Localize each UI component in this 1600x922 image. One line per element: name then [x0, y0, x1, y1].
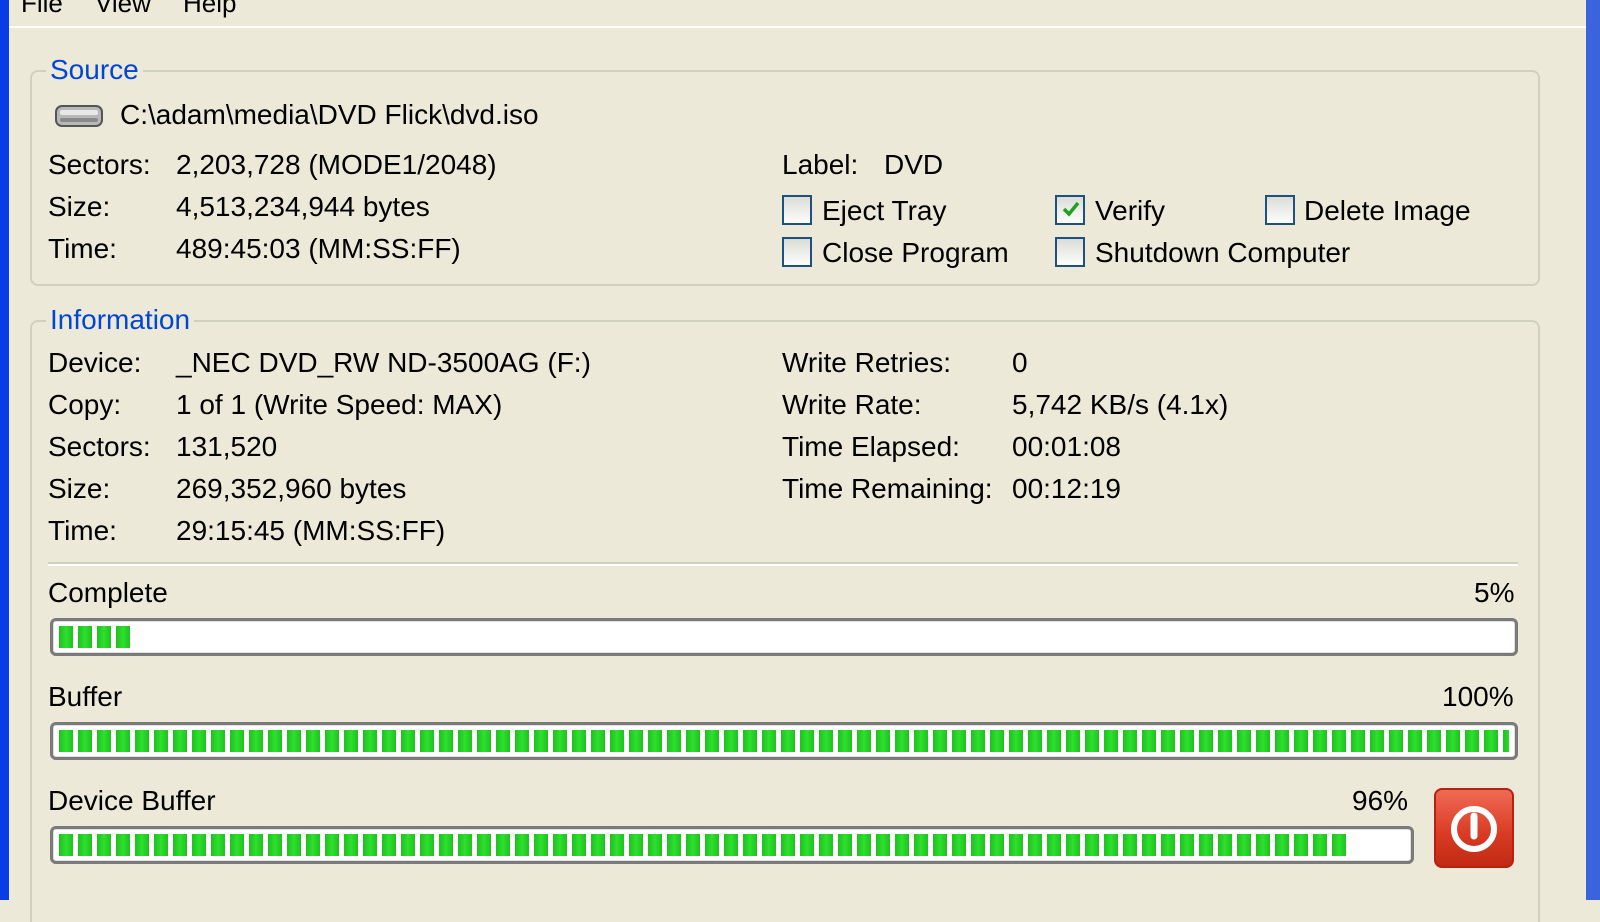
shutdown-computer-checkbox[interactable]	[1055, 237, 1085, 267]
complete-label: Complete	[48, 577, 168, 608]
source-size-label: Size:	[48, 191, 111, 222]
time-remaining-value: 00:12:19	[1012, 473, 1121, 504]
drive-icon	[55, 105, 103, 127]
source-time-value: 489:45:03 (MM:SS:FF)	[176, 233, 461, 264]
source-sectors-value: 2,203,728 (MODE1/2048)	[176, 149, 497, 180]
device-buffer-progress-bar	[50, 826, 1414, 864]
close-program-checkbox[interactable]	[782, 237, 812, 267]
information-group-title: Information	[46, 304, 195, 336]
device-label: Device:	[48, 347, 142, 378]
source-sectors-label: Sectors:	[48, 149, 151, 180]
window-right-border	[1586, 0, 1600, 900]
device-value: _NEC DVD_RW ND-3500AG (F:)	[176, 347, 591, 378]
time-elapsed-value: 00:01:08	[1012, 431, 1121, 462]
disc-label-value: DVD	[884, 149, 944, 180]
buffer-percent: 100%	[1442, 681, 1514, 712]
device-buffer-percent: 96%	[1352, 785, 1409, 816]
buffer-label: Buffer	[48, 681, 123, 712]
delete-image-label[interactable]: Delete Image	[1304, 194, 1471, 228]
eject-tray-label[interactable]: Eject Tray	[822, 194, 946, 228]
buffer-progress-bar	[50, 722, 1518, 760]
power-stop-icon	[1451, 806, 1497, 852]
checkmark-icon	[1062, 201, 1080, 217]
buffer-progress-fill	[59, 730, 1509, 752]
verify-checkbox[interactable]	[1055, 195, 1085, 225]
source-path: C:\adam\media\DVD Flick\dvd.iso	[120, 99, 539, 130]
complete-progress-bar	[50, 618, 1518, 656]
info-size-label: Size:	[48, 473, 111, 504]
window-left-border	[0, 0, 9, 900]
complete-percent: 5%	[1474, 577, 1515, 608]
complete-progress-fill	[59, 626, 132, 648]
menu-bar: File View Help	[9, 0, 1586, 28]
copy-label: Copy:	[48, 389, 122, 420]
write-retries-label: Write Retries:	[782, 347, 952, 378]
device-buffer-progress-fill	[59, 834, 1351, 856]
info-size-value: 269,352,960 bytes	[176, 473, 407, 504]
source-group-title: Source	[46, 54, 143, 86]
time-elapsed-label: Time Elapsed:	[782, 431, 960, 462]
delete-image-checkbox[interactable]	[1265, 195, 1295, 225]
separator	[48, 562, 1518, 566]
verify-label[interactable]: Verify	[1095, 194, 1165, 228]
device-buffer-label: Device Buffer	[48, 785, 216, 816]
copy-value: 1 of 1 (Write Speed: MAX)	[176, 389, 503, 420]
close-program-label[interactable]: Close Program	[822, 236, 1009, 270]
time-remaining-label: Time Remaining:	[782, 473, 993, 504]
source-time-label: Time:	[48, 233, 117, 264]
stop-button[interactable]	[1434, 788, 1514, 868]
info-sectors-label: Sectors:	[48, 431, 151, 462]
info-time-label: Time:	[48, 515, 117, 546]
menu-file[interactable]: File	[21, 0, 63, 19]
write-rate-label: Write Rate:	[782, 389, 922, 420]
eject-tray-checkbox[interactable]	[782, 195, 812, 225]
info-sectors-value: 131,520	[176, 431, 278, 462]
write-retries-value: 0	[1012, 347, 1028, 378]
menu-view[interactable]: View	[95, 0, 151, 19]
write-rate-value: 5,742 KB/s (4.1x)	[1012, 389, 1229, 420]
source-size-value: 4,513,234,944 bytes	[176, 191, 430, 222]
shutdown-computer-label[interactable]: Shutdown Computer	[1095, 236, 1350, 270]
menu-help[interactable]: Help	[183, 0, 236, 19]
info-time-value: 29:15:45 (MM:SS:FF)	[176, 515, 446, 546]
disc-label-key: Label:	[782, 149, 859, 180]
